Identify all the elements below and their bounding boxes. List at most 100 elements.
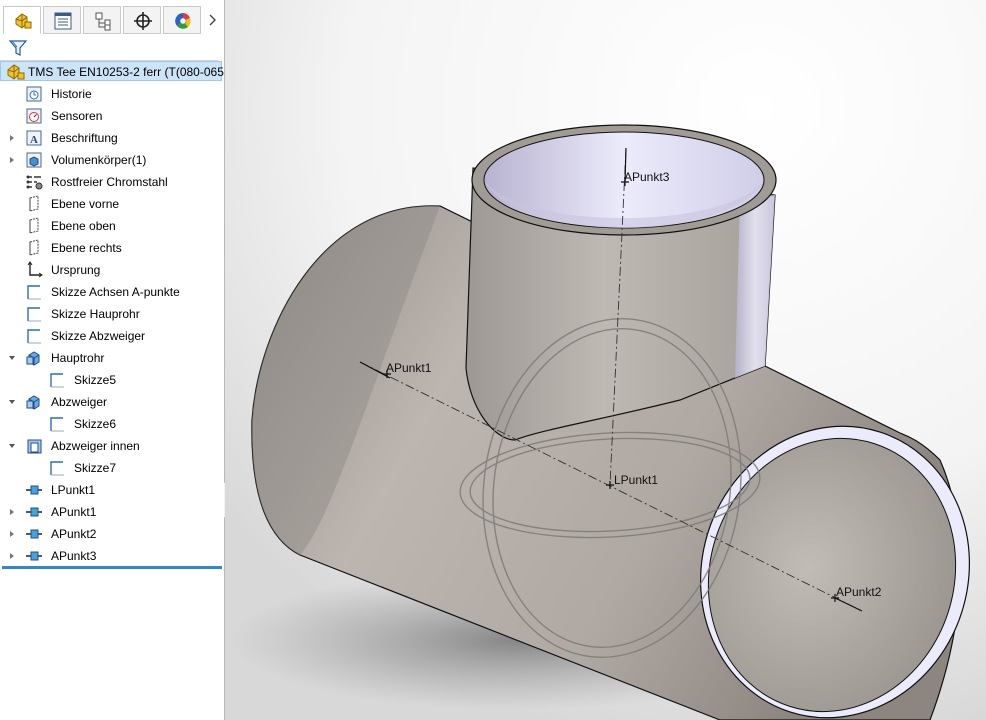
sketch-icon xyxy=(25,327,43,345)
tree-item[interactable]: A Beschriftung xyxy=(0,127,222,149)
collapsed-arrow-icon[interactable] xyxy=(7,154,17,164)
tree-item[interactable]: Ebene oben xyxy=(0,215,222,237)
tree-item[interactable]: Rostfreier Chromstahl xyxy=(0,171,222,193)
material-icon xyxy=(25,173,43,191)
feature-manager-icon xyxy=(15,13,32,29)
tree-item[interactable]: Sensoren xyxy=(0,105,222,127)
tree-item-label: APunkt3 xyxy=(51,549,97,563)
history-icon xyxy=(25,85,43,103)
tab-dimxpert-manager[interactable] xyxy=(123,6,161,34)
dimxpert-icon xyxy=(134,12,152,30)
tree-item-label: Rostfreier Chromstahl xyxy=(51,175,168,189)
tree-item[interactable]: Skizze5 xyxy=(0,369,222,391)
tree-item[interactable]: Hauptrohr xyxy=(0,347,222,369)
tree-item-label: Skizze Abzweiger xyxy=(51,329,146,343)
tree-item[interactable]: Abzweiger xyxy=(0,391,222,413)
connection-point-icon xyxy=(25,525,43,543)
tab-feature-manager[interactable] xyxy=(3,6,41,34)
model-view: APunkt1 APunkt2 APunkt3 LPunkt1 xyxy=(225,0,986,720)
tree-item[interactable]: Ursprung xyxy=(0,259,222,281)
solid-bodies-icon xyxy=(25,151,43,169)
tree-item-label: Sensoren xyxy=(51,109,103,123)
sketch-icon xyxy=(48,371,66,389)
tab-display-manager[interactable] xyxy=(163,6,201,34)
cut-extrude-icon xyxy=(25,437,43,455)
manager-tabs xyxy=(0,6,224,34)
plane-icon xyxy=(25,195,43,213)
tab-configuration-manager[interactable] xyxy=(83,6,121,34)
apunkt2-label[interactable]: APunkt2 xyxy=(836,585,882,599)
apunkt1-label[interactable]: APunkt1 xyxy=(386,361,432,375)
tree-item-label: Volumenkörper(1) xyxy=(51,153,147,167)
origin-icon xyxy=(25,261,43,279)
tree-filter-bar[interactable] xyxy=(0,34,218,61)
filter-icon[interactable] xyxy=(8,38,28,58)
tree-item-label: Ebene vorne xyxy=(51,197,120,211)
tree-item[interactable]: Historie xyxy=(0,83,222,105)
tree-item-label: Skizze6 xyxy=(74,417,117,431)
chevron-right-icon xyxy=(209,14,216,26)
part-icon xyxy=(7,64,25,80)
annotation-icon: A xyxy=(25,129,43,147)
tree-item[interactable]: APunkt1 xyxy=(0,501,222,523)
collapsed-arrow-icon[interactable] xyxy=(7,550,17,560)
tree-item[interactable]: LPunkt1 xyxy=(0,479,222,501)
tree-item-label: Hauptrohr xyxy=(51,351,105,365)
tree-item[interactable]: Ebene rechts xyxy=(0,237,222,259)
tree-item[interactable]: Ebene vorne xyxy=(0,193,222,215)
tree-item[interactable]: Skizze Hauprohr xyxy=(0,303,222,325)
sketch-icon xyxy=(25,305,43,323)
expanded-arrow-icon[interactable] xyxy=(7,352,17,362)
collapsed-arrow-icon[interactable] xyxy=(7,506,17,516)
tree-item-label: Abzweiger xyxy=(51,395,108,409)
root-part-label: TMS Tee EN10253-2 ferr (T(080-065) ( xyxy=(28,65,225,79)
collapsed-arrow-icon[interactable] xyxy=(7,528,17,538)
tree-item[interactable]: APunkt2 xyxy=(0,523,222,545)
tree-item-label: Beschriftung xyxy=(51,131,118,145)
display-manager-icon xyxy=(175,13,191,29)
tree-item-label: Ebene oben xyxy=(51,219,116,233)
tree-item-label: Skizze5 xyxy=(74,373,117,387)
tree-item[interactable]: Abzweiger innen xyxy=(0,435,222,457)
plane-icon xyxy=(25,217,43,235)
tabs-scroll-right-button[interactable] xyxy=(203,6,223,34)
configuration-manager-icon xyxy=(95,12,111,31)
tree-rollback-bar[interactable] xyxy=(2,566,222,569)
feature-manager-panel: TMS Tee EN10253-2 ferr (T(080-065) ( His… xyxy=(0,0,225,720)
tree-item[interactable]: Skizze Abzweiger xyxy=(0,325,222,347)
apunkt3-label[interactable]: APunkt3 xyxy=(624,170,670,184)
extrude-icon xyxy=(25,349,43,367)
connection-point-icon xyxy=(25,481,43,499)
tree-item[interactable]: Skizze6 xyxy=(0,413,222,435)
connection-point-icon xyxy=(25,503,43,521)
tree-item[interactable]: Skizze7 xyxy=(0,457,222,479)
plane-icon xyxy=(25,239,43,257)
tree-item-label: Abzweiger innen xyxy=(51,439,140,453)
property-manager-icon xyxy=(54,12,72,30)
tree-item-label: APunkt1 xyxy=(51,505,97,519)
sensor-icon xyxy=(25,107,43,125)
expanded-arrow-icon[interactable] xyxy=(7,440,17,450)
sketch-icon xyxy=(48,459,66,477)
extrude-icon xyxy=(25,393,43,411)
tab-property-manager[interactable] xyxy=(43,6,81,34)
expanded-arrow-icon[interactable] xyxy=(7,396,17,406)
connection-point-icon xyxy=(25,547,43,565)
lpunkt1-label[interactable]: LPunkt1 xyxy=(614,473,658,487)
tree-item-label: Ursprung xyxy=(51,263,101,277)
collapsed-arrow-icon[interactable] xyxy=(7,132,17,142)
tree-item-label: APunkt2 xyxy=(51,527,97,541)
tree-item-label: Skizze Hauprohr xyxy=(51,307,140,321)
tree-item-label: Historie xyxy=(51,87,92,101)
tree-item-label: LPunkt1 xyxy=(51,483,96,497)
tree-item[interactable]: APunkt3 xyxy=(0,545,222,567)
sketch-icon xyxy=(48,415,66,433)
sketch-icon xyxy=(25,283,43,301)
tree-item[interactable]: Skizze Achsen A-punkte xyxy=(0,281,222,303)
tree-item-label: Ebene rechts xyxy=(51,241,122,255)
graphics-viewport[interactable]: APunkt1 APunkt2 APunkt3 LPunkt1 xyxy=(225,0,986,720)
tree-item[interactable]: Volumenkörper(1) xyxy=(0,149,222,171)
tree-root-part[interactable]: TMS Tee EN10253-2 ferr (T(080-065) ( xyxy=(0,61,225,81)
tree-item-label: Skizze Achsen A-punkte xyxy=(51,285,180,299)
tree-item-label: Skizze7 xyxy=(74,461,117,475)
